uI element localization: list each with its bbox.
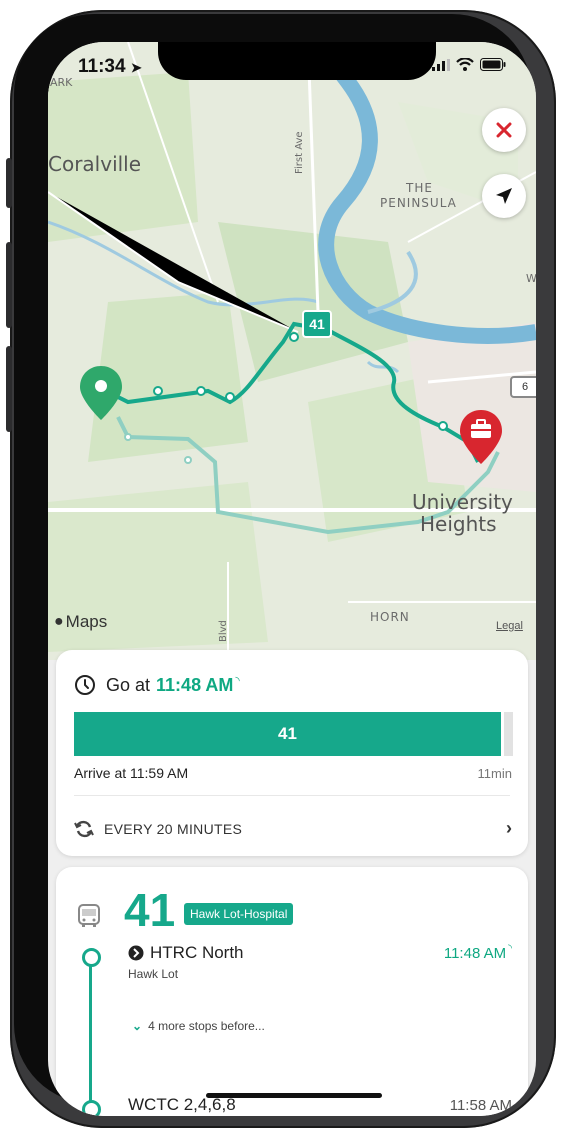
map-label-the: THE (406, 181, 433, 195)
route-detail-card[interactable]: 41 Hawk Lot-Hospital HTRC North 11:48 AM… (56, 867, 528, 1116)
realtime-icon: ◝ (235, 674, 240, 687)
refresh-icon (74, 820, 94, 837)
silent-switch (6, 158, 12, 208)
maps-label: Maps (65, 612, 108, 631)
stop-name: HTRC North (150, 943, 244, 962)
stop-time: 11:58 AM (449, 1096, 512, 1114)
location-services-icon: ➤ (130, 60, 142, 75)
status-time: 11:34 ➤ (78, 56, 142, 77)
stop-row-last[interactable]: WCTC 2,4,6,8 11:58 AM (128, 1095, 512, 1115)
notch (158, 42, 436, 80)
home-indicator[interactable] (206, 1093, 382, 1098)
map-canvas (48, 42, 536, 660)
wifi-icon (456, 58, 474, 71)
arrive-text: Arrive at 11:59 AM (74, 765, 189, 781)
more-stops-toggle[interactable]: ⌄ 4 more stops before... (132, 1019, 265, 1033)
map-label-peninsula: PENINSULA (380, 196, 457, 210)
map-label-horn: HORN (370, 610, 410, 624)
clock-icon (75, 675, 95, 695)
frequency-row[interactable]: EVERY 20 MINUTES › (74, 818, 512, 839)
map-label-blvd: Blvd (218, 620, 229, 642)
route-segment-bar[interactable]: 41 (74, 712, 501, 756)
stop-marker-end (82, 1100, 101, 1116)
duration: 11min (477, 766, 512, 781)
map-view[interactable]: ARK Coralville First Ave THE PENINSULA W… (48, 42, 536, 660)
stop-timeline (89, 955, 92, 1111)
map-label-first-ave: First Ave (294, 131, 305, 174)
frequency-text: EVERY 20 MINUTES (104, 820, 243, 837)
arrow-circle-icon (128, 945, 144, 961)
map-label-university: University (412, 490, 513, 514)
stop-name: WCTC 2,4,6,8 (128, 1095, 236, 1114)
more-stops-label: 4 more stops before... (148, 1019, 265, 1033)
volume-down-button (6, 346, 12, 432)
departure-time: 11:48 AM (156, 674, 234, 695)
origin-pin-icon[interactable] (78, 364, 124, 427)
chevron-down-icon: ⌄ (132, 1019, 143, 1033)
divider (74, 795, 510, 796)
departure-row: Go at 11:48 AM ◝ (74, 674, 240, 696)
location-arrow-icon (496, 188, 512, 204)
walk-segment-bar (504, 712, 513, 756)
maps-attribution: ● Maps (54, 612, 107, 632)
locate-me-button[interactable] (482, 174, 526, 218)
map-label-heights: Heights (420, 512, 497, 536)
bus-icon (78, 904, 100, 927)
close-button[interactable] (482, 108, 526, 152)
legal-link[interactable]: Legal (496, 620, 523, 632)
status-icons (432, 58, 506, 71)
realtime-icon: ◝ (508, 942, 512, 954)
route-name-badge: Hawk Lot-Hospital (184, 903, 294, 925)
stop-time: 11:48 AM (443, 944, 507, 962)
battery-icon (480, 58, 506, 71)
close-icon (496, 122, 512, 138)
destination-pin-icon[interactable] (458, 408, 504, 471)
map-label-w: W (526, 272, 536, 285)
go-at-prefix: Go at (106, 674, 151, 695)
stop-subtitle: Hawk Lot (128, 967, 179, 981)
stop-marker-start (82, 948, 101, 967)
apple-logo-icon: ● (54, 613, 64, 630)
route-badge-41: 41 (302, 310, 332, 338)
map-label-park: ARK (50, 76, 73, 89)
chevron-right-icon: › (506, 818, 512, 838)
trip-summary-card[interactable]: Go at 11:48 AM ◝ 41 Arrive at 11:59 AM 1… (56, 650, 528, 856)
map-label-coralville: Coralville (48, 152, 142, 176)
stop-row-first[interactable]: HTRC North 11:48 AM ◝ Hawk Lot (128, 942, 512, 982)
volume-up-button (6, 242, 12, 328)
route-number: 41 (124, 884, 176, 936)
cellular-signal-icon (432, 58, 450, 71)
highway-shield-icon: 6 (510, 376, 536, 398)
app-screen: ARK Coralville First Ave THE PENINSULA W… (48, 42, 536, 1116)
